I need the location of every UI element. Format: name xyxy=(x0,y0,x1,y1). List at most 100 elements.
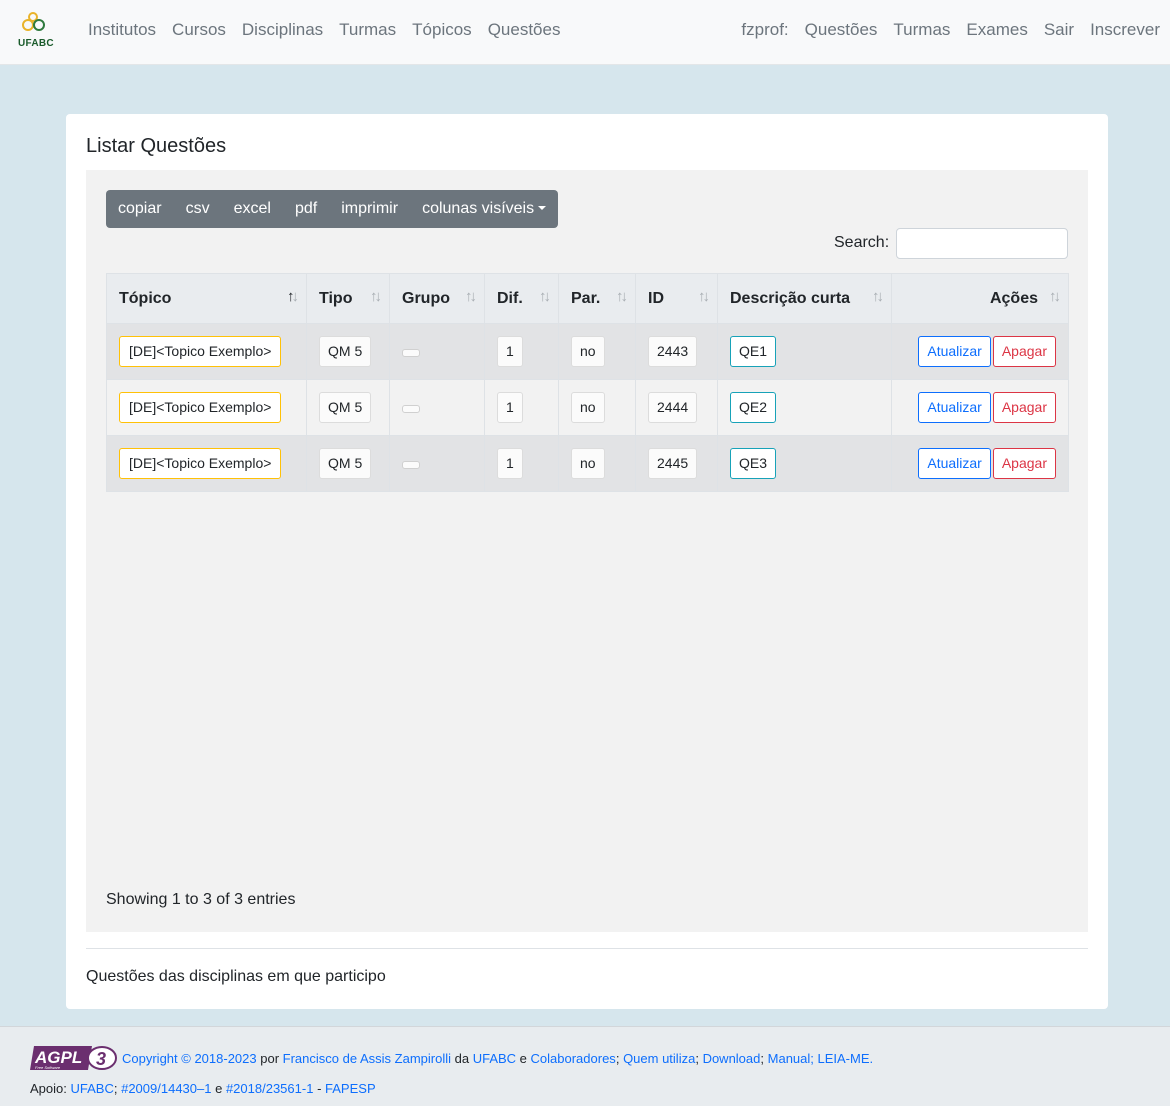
search-input[interactable] xyxy=(896,228,1068,259)
main-card: Listar Questões copiar csv excel pdf imp… xyxy=(66,114,1108,1009)
download-link[interactable]: Download xyxy=(703,1051,761,1066)
sort-asc-icon: ↑↓ xyxy=(287,288,299,305)
caret-down-icon xyxy=(538,206,547,210)
cell-topico: [DE]<Topico Exemplo> xyxy=(106,379,307,436)
nav-user-turmas[interactable]: Turmas xyxy=(893,19,950,41)
cell-par: no xyxy=(558,379,636,436)
author-link[interactable]: Francisco de Assis Zampirolli xyxy=(283,1051,451,1066)
update-button[interactable]: Atualizar xyxy=(918,392,991,423)
header-par-label: Par. xyxy=(571,289,601,307)
nav-right: fzprof: Questões Turmas Exames Sair Insc… xyxy=(741,19,1160,41)
agpl-badge-version: 3 xyxy=(96,1049,106,1069)
cell-tipo: QM 5 xyxy=(306,379,390,436)
card-footer-text: Questões das disciplinas em que particip… xyxy=(86,968,386,985)
table-row: [DE]<Topico Exemplo> QM 5 1 no 2444 QE2 … xyxy=(106,379,1069,436)
delete-button[interactable]: Apagar xyxy=(992,448,1056,479)
ufabc-logo[interactable]: UFABC xyxy=(16,11,56,51)
visible-columns-label: colunas visíveis xyxy=(422,200,535,217)
nav-topicos[interactable]: Tópicos xyxy=(412,19,472,41)
copy-button[interactable]: copiar xyxy=(106,190,174,228)
grupo-chip xyxy=(402,348,420,357)
colaboradores-link[interactable]: Colaboradores xyxy=(531,1051,616,1066)
nav-user[interactable]: fzprof: xyxy=(741,19,788,41)
nav-sair[interactable]: Sair xyxy=(1044,19,1074,41)
nav-institutos[interactable]: Institutos xyxy=(88,19,156,41)
header-grupo-label: Grupo xyxy=(402,289,450,307)
divider xyxy=(86,948,1088,949)
cell-topico: [DE]<Topico Exemplo> xyxy=(106,323,307,380)
fapesp-link[interactable]: FAPESP xyxy=(325,1081,376,1096)
page-title: Listar Questões xyxy=(86,135,227,157)
grant1-link[interactable]: #2009/14430–1 xyxy=(121,1081,211,1096)
header-descricao-label: Descrição curta xyxy=(730,289,851,307)
tipo-chip: QM 5 xyxy=(319,336,372,367)
nav-questoes[interactable]: Questões xyxy=(488,19,561,41)
topic-chip[interactable]: [DE]<Topico Exemplo> xyxy=(119,336,282,367)
desc-chip[interactable]: QE2 xyxy=(730,392,777,423)
tipo-chip: QM 5 xyxy=(319,392,372,423)
par-chip: no xyxy=(571,392,605,423)
tipo-chip: QM 5 xyxy=(319,448,372,479)
cell-descricao: QE3 xyxy=(717,435,892,492)
cell-acoes: Atualizar Apagar xyxy=(891,379,1069,436)
manual-link[interactable]: Manual; LEIA-ME. xyxy=(768,1051,874,1066)
visible-columns-dropdown[interactable]: colunas visíveis xyxy=(410,190,558,228)
pdf-button[interactable]: pdf xyxy=(283,190,329,228)
print-button[interactable]: imprimir xyxy=(329,190,410,228)
topic-chip[interactable]: [DE]<Topico Exemplo> xyxy=(119,392,282,423)
header-grupo[interactable]: Grupo ↑↓ xyxy=(389,273,485,324)
nav-disciplinas[interactable]: Disciplinas xyxy=(242,19,323,41)
agpl-license-badge[interactable]: AGPL Free Software 3 xyxy=(30,1044,118,1072)
dif-chip: 1 xyxy=(497,392,523,423)
ufabc-support-link[interactable]: UFABC xyxy=(71,1081,114,1096)
e-text: e xyxy=(215,1081,223,1096)
desc-chip[interactable]: QE1 xyxy=(730,336,777,367)
cell-id: 2443 xyxy=(635,323,718,380)
ufabc-link[interactable]: UFABC xyxy=(473,1051,516,1066)
update-button[interactable]: Atualizar xyxy=(918,448,991,479)
grant2-link[interactable]: #2018/23561-1 xyxy=(226,1081,313,1096)
nav-inscrever[interactable]: Inscrever xyxy=(1090,19,1160,41)
quem-utiliza-link[interactable]: Quem utiliza xyxy=(623,1051,695,1066)
par-chip: no xyxy=(571,448,605,479)
header-descricao[interactable]: Descrição curta ↑↓ xyxy=(717,273,892,324)
nav-cursos[interactable]: Cursos xyxy=(172,19,226,41)
id-chip: 2444 xyxy=(648,392,698,423)
apoio-label: Apoio: xyxy=(30,1081,67,1096)
header-tipo[interactable]: Tipo ↑↓ xyxy=(306,273,390,324)
header-tipo-label: Tipo xyxy=(319,289,353,307)
dif-chip: 1 xyxy=(497,448,523,479)
id-chip: 2445 xyxy=(648,448,698,479)
topic-chip[interactable]: [DE]<Topico Exemplo> xyxy=(119,448,282,479)
cell-dif: 1 xyxy=(484,323,559,380)
questions-table: Tópico ↑↓ Tipo ↑↓ Grupo ↑↓ Dif. ↑↓ Par. ↑↓ ID… xyxy=(106,273,1069,492)
cell-id: 2444 xyxy=(635,379,718,436)
grupo-chip xyxy=(402,460,420,469)
update-button[interactable]: Atualizar xyxy=(918,336,991,367)
desc-chip[interactable]: QE3 xyxy=(730,448,777,479)
copyright-link[interactable]: Copyright © 2018-2023 xyxy=(122,1051,257,1066)
par-chip: no xyxy=(571,336,605,367)
header-dif[interactable]: Dif. ↑↓ xyxy=(484,273,559,324)
header-par[interactable]: Par. ↑↓ xyxy=(558,273,636,324)
delete-button[interactable]: Apagar xyxy=(992,392,1056,423)
sort-icon: ↑↓ xyxy=(1049,288,1061,305)
search-label: Search: xyxy=(834,234,890,251)
header-id[interactable]: ID ↑↓ xyxy=(635,273,718,324)
csv-button[interactable]: csv xyxy=(174,190,222,228)
nav-user-questoes[interactable]: Questões xyxy=(805,19,878,41)
header-acoes[interactable]: Ações ↑↓ xyxy=(891,273,1069,324)
nav-turmas[interactable]: Turmas xyxy=(339,19,396,41)
table-info: Showing 1 to 3 of 3 entries xyxy=(106,891,296,908)
table-header-row: Tópico ↑↓ Tipo ↑↓ Grupo ↑↓ Dif. ↑↓ Par. ↑↓ ID… xyxy=(106,273,1069,324)
separator: ; xyxy=(113,1081,118,1096)
cell-grupo xyxy=(389,435,485,492)
da-text: da xyxy=(454,1051,470,1066)
nav-user-exames[interactable]: Exames xyxy=(966,19,1027,41)
excel-button[interactable]: excel xyxy=(222,190,283,228)
header-topico[interactable]: Tópico ↑↓ xyxy=(106,273,307,324)
cell-dif: 1 xyxy=(484,435,559,492)
delete-button[interactable]: Apagar xyxy=(992,336,1056,367)
id-chip: 2443 xyxy=(648,336,698,367)
footer-credits: Copyright © 2018-2023 por Francisco de A… xyxy=(122,1051,873,1067)
